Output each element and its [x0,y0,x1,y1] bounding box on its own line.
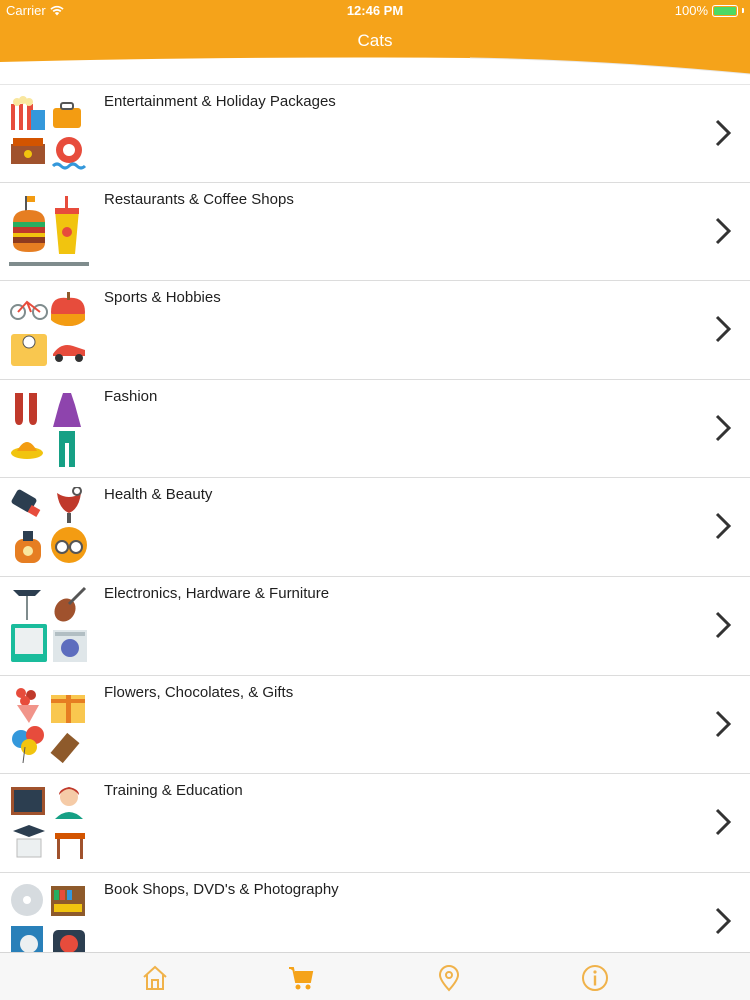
category-label: Entertainment & Holiday Packages [104,93,336,110]
battery-indicator: 100% [675,3,744,18]
tab-info[interactable] [580,963,610,993]
status-bar: Carrier 12:46 PM 100% [0,0,750,20]
tab-cart[interactable] [286,963,316,993]
chevron-right-icon [715,316,732,343]
electronics-icon [11,586,87,662]
chevron-right-icon [715,513,732,540]
category-row-fashion[interactable]: Fashion [0,379,750,479]
category-label: Sports & Hobbies [104,289,221,307]
page-title: Cats [357,31,393,50]
cart-icon [289,967,314,990]
restaurant-icon [9,195,89,266]
category-row-health-beauty[interactable]: Health & Beauty [0,478,750,577]
tab-bar [0,952,750,1000]
category-row-education[interactable]: Training & Education [0,774,750,873]
category-row-electronics[interactable]: Electronics, Hardware & Furniture [0,576,750,676]
category-label: Health & Beauty [104,486,213,504]
tab-home[interactable] [140,963,170,993]
category-label: Training & Education [104,782,243,800]
chevron-right-icon [715,710,732,737]
category-row-gifts[interactable]: Flowers, Chocolates, & Gifts [0,675,750,775]
category-label: Electronics, Hardware & Furniture [104,584,330,602]
battery-tip [742,8,744,13]
home-icon [143,965,167,990]
chevron-right-icon [715,217,732,244]
chevron-right-icon [715,119,732,147]
category-row-restaurants[interactable]: Restaurants & Coffee Shops [0,182,750,282]
entertainment-icon [11,96,87,170]
sports-icon [10,292,85,367]
category-label: Flowers, Chocolates, & Gifts [104,683,294,701]
chevron-right-icon [715,414,732,441]
category-label: Fashion [104,387,158,405]
info-icon [582,965,608,991]
tab-location[interactable] [434,963,464,993]
books-icon [11,883,85,958]
chevron-right-icon [715,907,732,934]
category-label: Book Shops, DVD's & Photography [104,880,339,898]
category-label: Restaurants & Coffee Shops [104,190,294,208]
location-pin-icon [438,965,460,992]
battery-icon [712,4,738,17]
battery-percentage: 100% [674,3,708,18]
category-row-sports[interactable]: Sports & Hobbies [0,281,750,380]
navigation-header: Carrier 12:46 PM 100% Cats [0,0,750,84]
health-beauty-icon [11,487,87,564]
gifts-icon [12,687,85,763]
chevron-right-icon [715,611,732,639]
status-time: 12:46 PM [346,3,404,18]
battery-level-fill [714,6,736,15]
fashion-icon [11,392,81,467]
education-icon [11,787,85,860]
chevron-right-icon [715,809,732,836]
category-list: Entertainment & Holiday Packages Restaur… [0,84,750,972]
category-row-entertainment[interactable]: Entertainment & Holiday Packages [0,84,750,183]
